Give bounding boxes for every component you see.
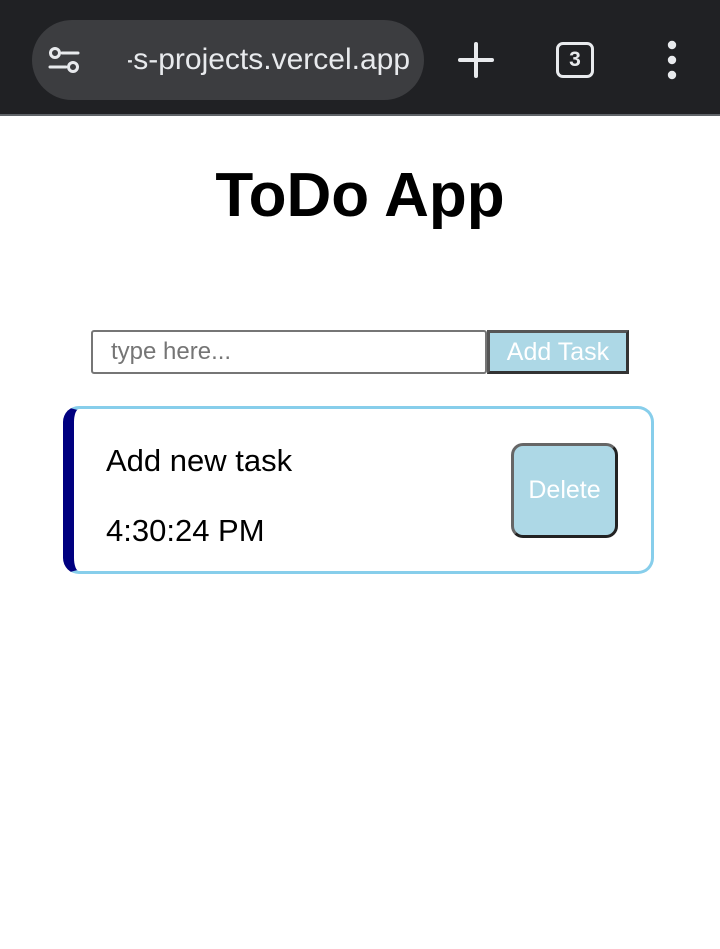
task-item: Add new task 4:30:24 PM Delete bbox=[63, 406, 654, 574]
page-title: ToDo App bbox=[215, 161, 505, 230]
task-time: 4:30:24 PM bbox=[106, 513, 265, 548]
address-bar[interactable]: mrinal-s-projects.vercel.app bbox=[32, 20, 424, 100]
delete-button[interactable]: Delete bbox=[511, 443, 618, 538]
site-settings-icon[interactable] bbox=[48, 46, 80, 74]
add-task-button[interactable]: Add Task bbox=[487, 330, 629, 374]
task-input[interactable] bbox=[91, 330, 487, 374]
tab-switcher-button[interactable]: 3 bbox=[556, 42, 594, 78]
more-vert-icon[interactable] bbox=[656, 40, 688, 80]
plus-icon[interactable] bbox=[452, 36, 500, 84]
browser-toolbar: mrinal-s-projects.vercel.app 3 bbox=[0, 0, 720, 116]
url-text[interactable]: mrinal-s-projects.vercel.app bbox=[128, 20, 424, 100]
task-text: Add new task bbox=[106, 443, 293, 478]
